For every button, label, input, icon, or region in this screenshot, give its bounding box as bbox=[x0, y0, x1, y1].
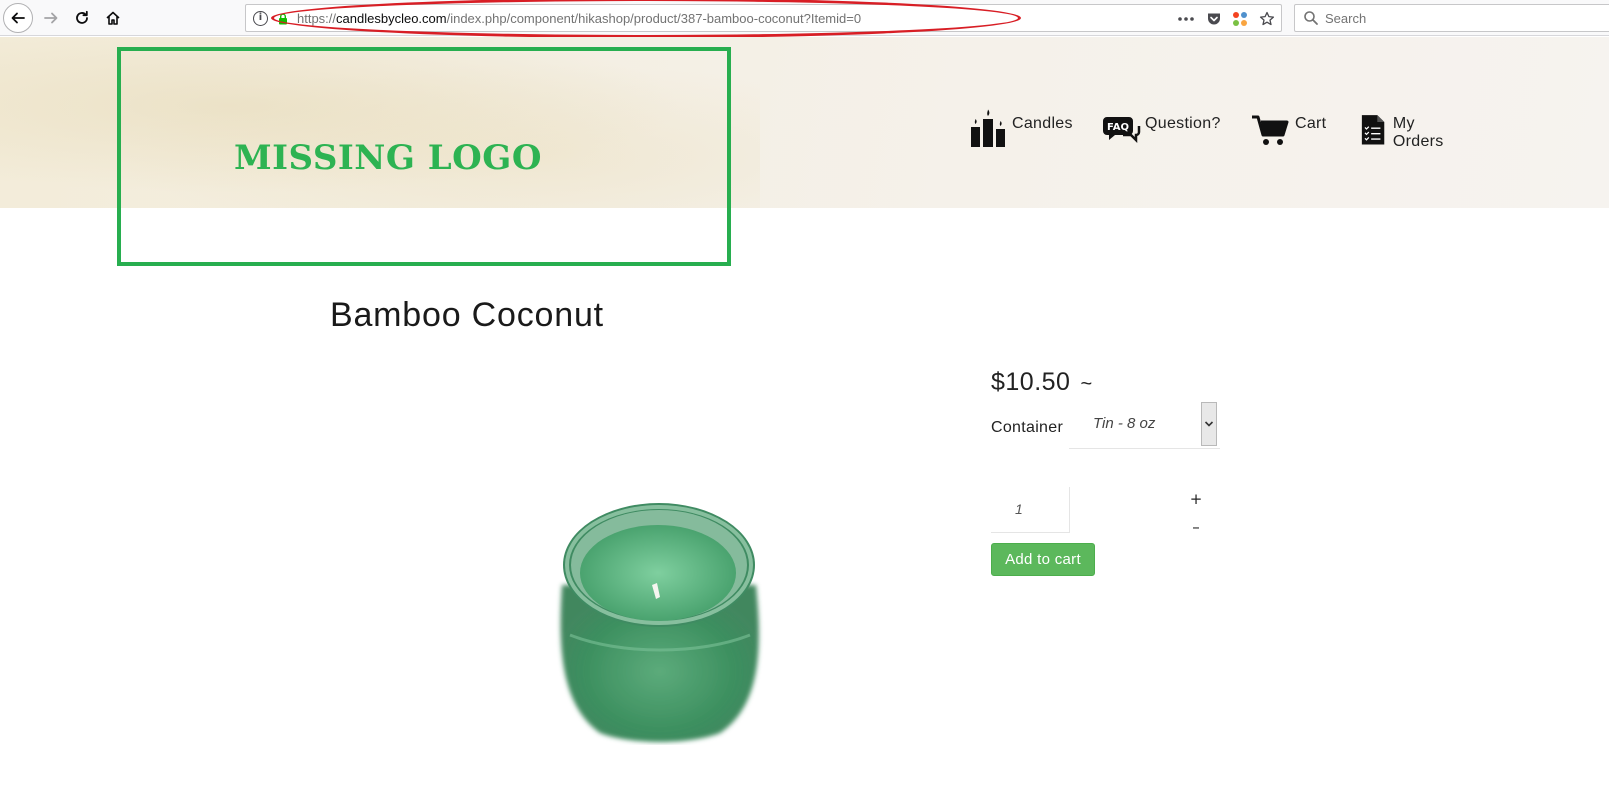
joomla-icon bbox=[1233, 12, 1247, 26]
url-prefix: https:// bbox=[297, 11, 337, 26]
star-icon bbox=[1259, 11, 1275, 26]
container-select[interactable]: Tin - 8 oz bbox=[1069, 401, 1220, 449]
candles-icon bbox=[971, 109, 1005, 147]
menu-item-candles[interactable]: Candles bbox=[968, 107, 1073, 151]
home-button[interactable] bbox=[98, 3, 128, 33]
info-icon[interactable]: i bbox=[253, 11, 268, 26]
container-select-value: Tin - 8 oz bbox=[1093, 415, 1156, 432]
home-icon bbox=[106, 11, 120, 25]
menu-label-cart: Cart bbox=[1295, 115, 1327, 132]
product-price: $10.50 bbox=[991, 368, 1071, 396]
arrow-right-icon bbox=[44, 12, 58, 24]
price-suffix: ~ bbox=[1080, 373, 1093, 395]
reload-icon bbox=[76, 10, 88, 24]
product-image[interactable] bbox=[540, 495, 776, 745]
bookmark-button[interactable] bbox=[1259, 11, 1275, 32]
price-row: $10.50 ~ bbox=[991, 368, 1092, 397]
menu-item-question[interactable]: FAQ Question? bbox=[1101, 107, 1221, 151]
back-button[interactable] bbox=[3, 3, 33, 33]
orders-icon bbox=[1361, 115, 1385, 145]
select-dropdown-button[interactable] bbox=[1201, 402, 1217, 446]
arrow-left-icon bbox=[11, 12, 25, 24]
search-icon bbox=[1303, 10, 1319, 31]
url-host: candlesbycleo.com bbox=[336, 11, 447, 26]
menu-label-candles: Candles bbox=[1012, 115, 1073, 132]
quantity-increase-button[interactable]: + bbox=[1189, 490, 1203, 508]
quantity-decrease-button[interactable]: – bbox=[1189, 518, 1203, 536]
address-bar[interactable]: i https://candlesbycleo.com/index.php/co… bbox=[245, 4, 1282, 32]
quantity-input[interactable]: 1 bbox=[991, 487, 1070, 533]
green-candle-jar-image bbox=[560, 503, 759, 742]
container-label: Container bbox=[991, 419, 1064, 436]
pocket-icon bbox=[1208, 13, 1220, 25]
url-text[interactable]: https://candlesbycleo.com/index.php/comp… bbox=[297, 11, 861, 26]
add-to-cart-button[interactable]: Add to cart bbox=[991, 543, 1095, 576]
more-dots-icon bbox=[1178, 17, 1194, 21]
search-bar[interactable]: Search bbox=[1294, 4, 1609, 32]
search-placeholder: Search bbox=[1325, 11, 1367, 26]
url-path: /index.php/component/hikashop/product/38… bbox=[446, 11, 862, 26]
joomla-extension-button[interactable] bbox=[1232, 11, 1248, 32]
menu-item-my-orders[interactable]: My Orders bbox=[1358, 107, 1453, 151]
faq-icon: FAQ bbox=[1103, 117, 1141, 144]
quantity-value: 1 bbox=[1015, 501, 1023, 517]
menu-item-cart[interactable]: Cart bbox=[1251, 107, 1326, 151]
lock-icon[interactable] bbox=[278, 13, 288, 25]
menu-label-my-orders: My Orders bbox=[1392, 115, 1444, 150]
chevron-down-icon bbox=[1204, 421, 1214, 427]
page-actions-button[interactable] bbox=[1177, 11, 1195, 32]
pocket-button[interactable] bbox=[1206, 11, 1222, 32]
logo-text[interactable]: MISSING LOGO bbox=[234, 138, 542, 178]
browser-toolbar: i https://candlesbycleo.com/index.php/co… bbox=[0, 0, 1609, 38]
cart-icon bbox=[1252, 115, 1289, 145]
menu-label-question: Question? bbox=[1145, 115, 1221, 132]
product-title: Bamboo Coconut bbox=[330, 296, 604, 334]
forward-button[interactable] bbox=[36, 3, 66, 33]
svg-text:FAQ: FAQ bbox=[1107, 122, 1129, 133]
reload-button[interactable] bbox=[67, 3, 97, 33]
